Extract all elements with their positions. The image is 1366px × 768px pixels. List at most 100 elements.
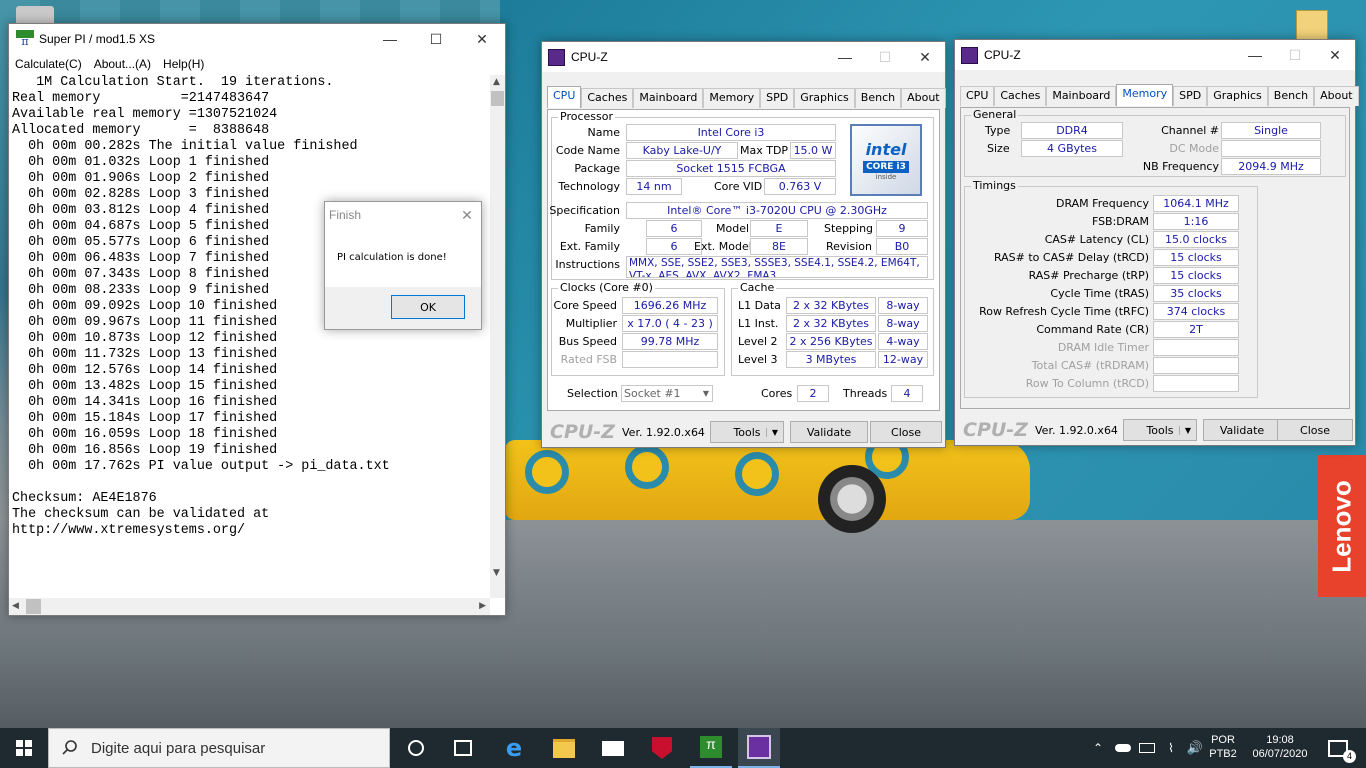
code-name-value: Kaby Lake-U/Y <box>626 142 738 159</box>
tab-mainboard[interactable]: Mainboard <box>633 88 704 108</box>
tab-spd[interactable]: SPD <box>1173 86 1208 106</box>
cpuz-icon[interactable] <box>738 728 780 768</box>
finish-title: Finish <box>329 208 362 222</box>
search-input[interactable]: Digite aqui para pesquisar <box>48 728 390 768</box>
close-button[interactable]: ✕ <box>459 24 505 54</box>
vertical-scrollbar[interactable]: ▲ ▼ <box>490 75 505 598</box>
tools-button[interactable]: Tools ▼ <box>1123 419 1197 441</box>
menu-calculate[interactable]: Calculate(C) <box>9 57 88 71</box>
scroll-right-icon[interactable]: ▶ <box>479 601 486 611</box>
mail-icon[interactable] <box>593 728 633 768</box>
timing-label: DRAM Idle Timer <box>1057 341 1149 354</box>
l1-data-way: 8-way <box>878 297 928 314</box>
timing-label: Row Refresh Cycle Time (tRFC) <box>979 305 1149 318</box>
tab-graphics[interactable]: Graphics <box>794 88 855 108</box>
cores-value: 2 <box>797 385 829 402</box>
cpuz-cpu-window: CPU-Z — ☐ ✕ CPU Caches Mainboard Memory … <box>541 41 946 448</box>
desktop-folder-icon[interactable] <box>1296 10 1328 42</box>
tab-cpu[interactable]: CPU <box>547 86 582 108</box>
cpuz-titlebar[interactable]: CPU-Z — ☐ ✕ <box>542 42 945 72</box>
chevron-down-icon[interactable]: ▼ <box>766 427 783 437</box>
cortana-icon[interactable] <box>396 728 436 768</box>
clocks-group: Clocks (Core #0) Core Speed 1696.26 MHz … <box>551 281 725 376</box>
validate-button[interactable]: Validate <box>790 421 868 443</box>
timing-value: 1:16 <box>1153 213 1239 230</box>
close-footer-button[interactable]: Close <box>870 421 942 443</box>
tab-about[interactable]: About <box>901 88 946 108</box>
tools-button[interactable]: Tools ▼ <box>710 421 784 443</box>
close-footer-button[interactable]: Close <box>1277 419 1353 441</box>
battery-icon[interactable] <box>1136 728 1158 768</box>
timing-value: 15.0 clocks <box>1153 231 1239 248</box>
minimize-button[interactable]: — <box>825 42 865 72</box>
selection-dropdown[interactable]: Socket #1 ▼ <box>621 385 713 402</box>
onedrive-icon[interactable] <box>1112 728 1134 768</box>
tab-cpu[interactable]: CPU <box>960 86 995 106</box>
menu-help[interactable]: Help(H) <box>157 57 210 71</box>
close-button[interactable]: ✕ <box>453 202 481 228</box>
superpi-titlebar[interactable]: π Super PI / mod1.5 XS — ☐ ✕ <box>9 24 505 54</box>
finish-titlebar[interactable]: Finish ✕ <box>325 202 481 228</box>
volume-icon[interactable]: 🔊 <box>1184 728 1206 768</box>
horizontal-scrollbar[interactable]: ◀ ▶ <box>9 598 490 615</box>
selection-row: Selection Socket #1 ▼ Cores 2 Threads 4 <box>551 380 932 406</box>
menu-about[interactable]: About...(A) <box>88 57 157 71</box>
superpi-icon[interactable]: π <box>690 728 732 768</box>
level3-value: 3 MBytes <box>786 351 876 368</box>
tab-about[interactable]: About <box>1314 86 1359 106</box>
level2-label: Level 2 <box>738 335 778 348</box>
superpi-output: 1M Calculation Start. 19 iterations. Rea… <box>12 75 390 538</box>
timing-label: RAS# to CAS# Delay (tRCD) <box>993 251 1149 264</box>
wifi-icon[interactable]: ⌇ <box>1160 728 1182 768</box>
bus-speed-value: 99.78 MHz <box>622 333 718 350</box>
clock-time: 19:08 <box>1266 734 1294 746</box>
scroll-left-icon[interactable]: ◀ <box>12 601 19 611</box>
ok-button[interactable]: OK <box>391 295 465 319</box>
cpuz-footer: CPU-Z Ver. 1.92.0.x64 Tools ▼ Validate Cl… <box>542 417 945 447</box>
scroll-thumb[interactable] <box>491 91 504 106</box>
tab-caches[interactable]: Caches <box>994 86 1047 106</box>
close-button[interactable]: ✕ <box>905 42 945 72</box>
language-indicator[interactable]: POR PTB2 <box>1206 733 1240 761</box>
technology-value: 14 nm <box>626 178 682 195</box>
tab-memory[interactable]: Memory <box>1116 84 1174 106</box>
tab-graphics[interactable]: Graphics <box>1207 86 1268 106</box>
revision-value: B0 <box>876 238 928 255</box>
scroll-down-icon[interactable]: ▼ <box>493 568 500 578</box>
dc-mode-value <box>1221 140 1321 157</box>
hscroll-thumb[interactable] <box>26 599 41 614</box>
threads-label: Threads <box>843 387 888 400</box>
notification-center-icon[interactable]: 4 <box>1318 728 1358 768</box>
chevron-down-icon[interactable]: ▼ <box>1179 425 1196 435</box>
search-placeholder: Digite aqui para pesquisar <box>91 739 266 757</box>
chevron-up-icon[interactable]: ⌃ <box>1088 728 1108 768</box>
clock[interactable]: 19:08 06/07/2020 <box>1244 733 1316 761</box>
model-value: E <box>750 220 808 237</box>
minimize-button[interactable]: — <box>367 24 413 54</box>
cpuz-titlebar[interactable]: CPU-Z — ☐ ✕ <box>955 40 1355 70</box>
car-wheel <box>818 465 886 533</box>
tab-caches[interactable]: Caches <box>581 88 634 108</box>
edge-icon[interactable]: e <box>494 728 534 768</box>
tab-bench[interactable]: Bench <box>1267 86 1315 106</box>
selection-label: Selection <box>567 387 618 400</box>
file-explorer-icon[interactable] <box>544 728 584 768</box>
minimize-button[interactable]: — <box>1235 40 1275 70</box>
cpu-tab-panel: Processor Name Intel Core i3 Code Name K… <box>547 109 940 411</box>
close-button[interactable]: ✕ <box>1315 40 1355 70</box>
timing-label: CAS# Latency (CL) <box>1044 233 1149 246</box>
task-view-icon[interactable] <box>443 728 483 768</box>
maximize-button: ☐ <box>1288 46 1302 63</box>
maximize-button[interactable]: ☐ <box>413 24 459 54</box>
level2-way: 4-way <box>878 333 928 350</box>
tab-spd[interactable]: SPD <box>760 88 795 108</box>
start-icon[interactable] <box>0 728 48 768</box>
scroll-up-icon[interactable]: ▲ <box>493 77 500 87</box>
tab-mainboard[interactable]: Mainboard <box>1046 86 1117 106</box>
tab-bench[interactable]: Bench <box>854 88 902 108</box>
tab-memory[interactable]: Memory <box>703 88 761 108</box>
validate-button[interactable]: Validate <box>1203 419 1281 441</box>
timing-value: 35 clocks <box>1153 285 1239 302</box>
mcafee-icon[interactable] <box>642 728 682 768</box>
cpuz-footer: CPU-Z Ver. 1.92.0.x64 Tools ▼ Validate Cl… <box>955 415 1355 445</box>
